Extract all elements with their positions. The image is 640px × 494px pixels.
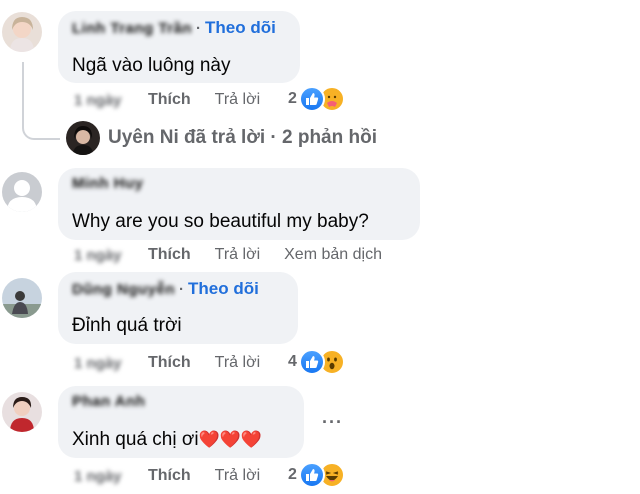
comment-bubble: Dũng Nguyễn · Theo dõi Đỉnh quá trời — [58, 272, 298, 344]
comment-actions: 1 ngày Thích Trả lời — [74, 351, 284, 375]
author-name[interactable]: Minh Huy — [72, 175, 144, 192]
comment-bubble: Minh Huy Why are you so beautiful my bab… — [58, 168, 420, 240]
like-button[interactable]: Thích — [148, 246, 191, 264]
like-button[interactable]: Thích — [148, 91, 191, 109]
reply-button[interactable]: Trả lời — [215, 91, 260, 109]
author-name[interactable]: Linh Trang Trần — [72, 20, 192, 37]
comment-bubble: Linh Trang Trần · Theo dõi Ngã vào luông… — [58, 11, 300, 83]
timestamp[interactable]: 1 ngày — [74, 92, 130, 109]
reply-button[interactable]: Trả lời — [215, 354, 260, 372]
reaction-count: 2 — [288, 466, 297, 483]
author-name[interactable]: Dũng Nguyễn — [72, 281, 175, 298]
timestamp[interactable]: 1 ngày — [74, 355, 130, 372]
follow-button[interactable]: Theo dõi — [188, 279, 259, 299]
reaction-summary[interactable]: 2 — [288, 462, 345, 488]
avatar[interactable] — [2, 172, 42, 212]
like-button[interactable]: Thích — [148, 467, 191, 485]
avatar[interactable] — [2, 278, 42, 318]
heart-emojis: ❤️❤️❤️ — [198, 430, 263, 449]
avatar[interactable] — [2, 392, 42, 432]
reply-button[interactable]: Trả lời — [215, 467, 260, 485]
timestamp[interactable]: 1 ngày — [74, 468, 130, 485]
like-icon — [298, 462, 325, 488]
author-name[interactable]: Phan Anh — [72, 393, 145, 410]
like-icon — [298, 349, 325, 375]
reaction-count: 4 — [288, 353, 297, 370]
comment-actions: 1 ngày Thích Trả lời Xem bản dịch — [74, 243, 406, 267]
comment-text: Đỉnh quá trời — [72, 315, 182, 336]
reaction-summary[interactable]: 4 — [288, 349, 345, 375]
reply-button[interactable]: Trả lời — [215, 246, 260, 264]
comment-bubble: Phan Anh Xinh quá chị ơi❤️❤️❤️ — [58, 386, 304, 458]
reaction-summary[interactable]: 2 — [288, 86, 345, 112]
avatar — [66, 121, 100, 155]
reply-thread-line — [22, 62, 60, 140]
avatar[interactable] — [2, 12, 42, 52]
translate-button[interactable]: Xem bản dịch — [284, 246, 382, 264]
comment-actions: 1 ngày Thích Trả lời — [74, 464, 284, 488]
reaction-count: 2 — [288, 90, 297, 107]
like-button[interactable]: Thích — [148, 354, 191, 372]
separator: · — [196, 20, 202, 37]
comment-text-row: Xinh quá chị ơi❤️❤️❤️ — [72, 427, 290, 453]
replies-summary-row[interactable]: Uyên Ni đã trả lời · 2 phản hồi — [66, 121, 377, 155]
separator: · — [179, 281, 184, 298]
comment-text: Ngã vào luông này — [72, 55, 231, 76]
like-icon — [298, 86, 325, 112]
replies-summary-text[interactable]: Uyên Ni đã trả lời · 2 phản hồi — [108, 127, 377, 149]
comment-text: Xinh quá chị ơi — [72, 429, 199, 450]
comment-text: Why are you so beautiful my baby? — [72, 211, 369, 232]
comment-actions: 1 ngày Thích Trả lời — [74, 88, 284, 112]
timestamp[interactable]: 1 ngày — [74, 247, 130, 264]
follow-button[interactable]: Theo dõi — [205, 18, 276, 38]
more-options-icon[interactable]: ··· — [322, 412, 343, 433]
